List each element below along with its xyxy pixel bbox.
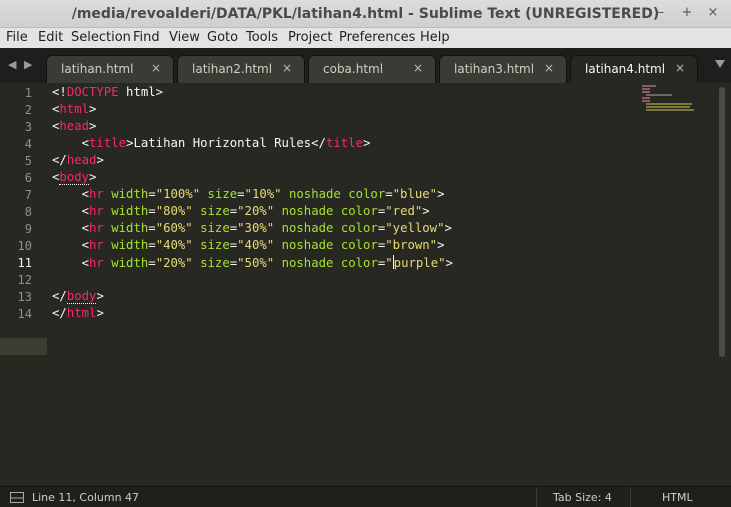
line-number: 4 (24, 137, 32, 151)
status-divider (536, 487, 537, 507)
code-line-5: </head> (52, 153, 104, 167)
tab-latihan2[interactable]: latihan2.html × (177, 55, 305, 83)
menu-find[interactable]: Find (133, 30, 160, 45)
syntax-selector[interactable]: HTML (662, 491, 693, 504)
tab-latihan[interactable]: latihan.html × (46, 55, 174, 83)
line-number: 13 (17, 290, 32, 304)
menu-tools[interactable]: Tools (246, 30, 278, 45)
close-window-button[interactable]: × (705, 5, 721, 21)
text-cursor (392, 255, 394, 269)
menu-project[interactable]: Project (288, 30, 332, 45)
menu-help[interactable]: Help (420, 30, 450, 45)
line-number: 8 (24, 205, 32, 219)
line-number: 12 (17, 273, 32, 287)
line-number: 2 (24, 103, 32, 117)
tab-next-icon[interactable]: ▶ (24, 58, 32, 71)
code-line-3: <head> (52, 119, 97, 133)
code-line-6: <body> (52, 170, 97, 185)
code-line-1: <!DOCTYPE html> (52, 85, 164, 99)
status-bar: Line 11, Column 47 Tab Size: 4 HTML (0, 486, 731, 507)
menu-goto[interactable]: Goto (207, 30, 238, 45)
code-line-9: <hr width="60%" size="30%" noshade color… (52, 221, 452, 235)
panel-toggle-icon[interactable] (10, 492, 24, 503)
vertical-scrollbar[interactable] (715, 83, 731, 486)
close-icon[interactable]: × (282, 61, 292, 75)
tab-label: latihan4.html (585, 62, 666, 76)
line-number-gutter: 1 2 3 4 5 6 7 8 9 10 11 12 13 14 (0, 83, 47, 486)
code-line-11: <hr width="20%" size="50%" noshade color… (52, 255, 453, 270)
status-divider (630, 487, 631, 507)
code-line-7: <hr width="100%" size="10%" noshade colo… (52, 187, 445, 201)
line-number: 6 (24, 171, 32, 185)
line-number: 5 (24, 154, 32, 168)
tab-coba[interactable]: coba.html × (308, 55, 436, 83)
tab-latihan3[interactable]: latihan3.html × (439, 55, 567, 83)
menu-view[interactable]: View (169, 30, 200, 45)
tab-label: latihan2.html (192, 62, 273, 76)
code-line-14: </html> (52, 306, 104, 320)
code-line-4: <title>Latihan Horizontal Rules</title> (52, 136, 371, 150)
tab-list-dropdown-icon[interactable] (715, 60, 725, 68)
scrollbar-thumb[interactable] (719, 87, 725, 357)
tab-size-selector[interactable]: Tab Size: 4 (553, 491, 612, 504)
tab-label: latihan3.html (454, 62, 535, 76)
line-number-current: 11 (17, 256, 32, 270)
tab-label: coba.html (323, 62, 384, 76)
maximize-button[interactable]: + (679, 5, 695, 21)
cursor-position: Line 11, Column 47 (32, 491, 140, 504)
title-bar: /media/revoalderi/DATA/PKL/latihan4.html… (0, 0, 731, 28)
code-line-8: <hr width="80%" size="20%" noshade color… (52, 204, 430, 218)
line-number: 10 (17, 239, 32, 253)
close-icon[interactable]: × (151, 61, 161, 75)
menu-preferences[interactable]: Preferences (339, 30, 415, 45)
tab-prev-icon[interactable]: ◀ (8, 58, 16, 71)
code-line-10: <hr width="40%" size="40%" noshade color… (52, 238, 445, 252)
window-title: /media/revoalderi/DATA/PKL/latihan4.html… (71, 6, 660, 22)
minimize-button[interactable]: – (653, 5, 669, 21)
close-icon[interactable]: × (675, 61, 685, 75)
close-icon[interactable]: × (544, 61, 554, 75)
line-number: 7 (24, 188, 32, 202)
close-icon[interactable]: × (413, 61, 423, 75)
menu-file[interactable]: File (6, 30, 28, 45)
code-editor[interactable]: <!DOCTYPE html> <html> <head> <title>Lat… (47, 83, 715, 486)
menu-bar: File Edit Selection Find View Goto Tools… (0, 28, 731, 48)
current-line-highlight (0, 338, 47, 355)
line-number: 9 (24, 222, 32, 236)
tab-bar: ◀ ▶ latihan.html × latihan2.html × coba.… (0, 48, 731, 83)
menu-edit[interactable]: Edit (38, 30, 63, 45)
tab-label: latihan.html (61, 62, 134, 76)
code-line-2: <html> (52, 102, 97, 116)
line-number: 14 (17, 307, 32, 321)
line-number: 3 (24, 120, 32, 134)
tab-latihan4[interactable]: latihan4.html × (570, 55, 698, 83)
line-number: 1 (24, 86, 32, 100)
menu-selection[interactable]: Selection (71, 30, 131, 45)
code-line-13: </body> (52, 289, 104, 304)
minimap[interactable] (640, 84, 696, 114)
